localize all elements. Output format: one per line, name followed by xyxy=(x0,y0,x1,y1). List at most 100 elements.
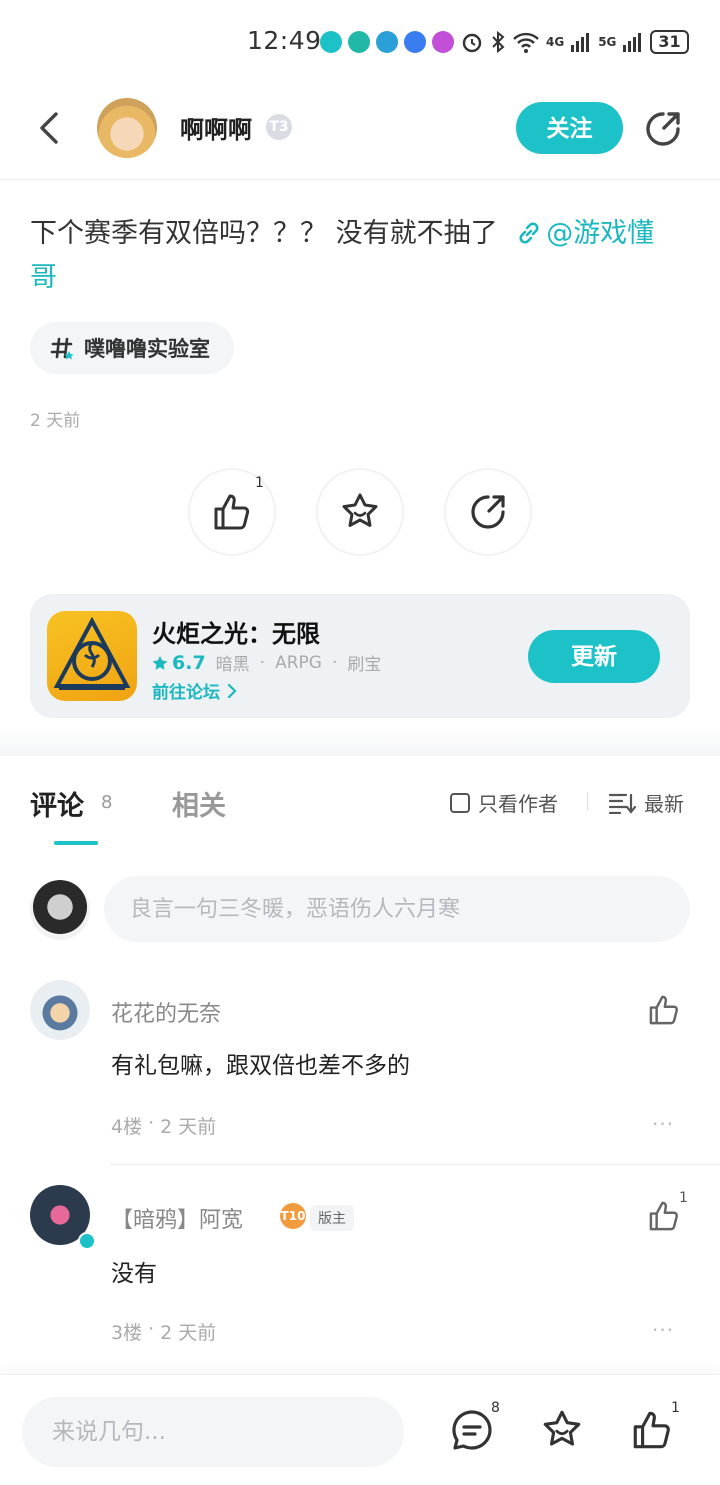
commenter-name[interactable]: 【暗鸦】阿宽 xyxy=(111,1202,243,1234)
chevron-right-icon xyxy=(227,683,237,698)
author-only-toggle[interactable]: 只看作者 xyxy=(450,788,558,817)
thumbs-up-icon xyxy=(649,1201,678,1231)
wifi-icon xyxy=(513,32,539,53)
comment-bubble-icon xyxy=(452,1410,492,1450)
status-bar: 12:49 4G 5G 31 xyxy=(0,0,720,84)
comments-button[interactable] xyxy=(449,1407,495,1453)
tab-related[interactable]: 相关 xyxy=(172,784,226,823)
status-icons: 4G 5G 31 xyxy=(320,30,689,54)
meta-separator: · xyxy=(148,1318,155,1340)
post-header: 啊啊啊 T3 关注 xyxy=(0,84,720,180)
hashtag-icon xyxy=(50,337,74,360)
app-notification-icon xyxy=(376,31,398,53)
sort-button[interactable]: 最新 xyxy=(608,788,684,817)
share-post-button[interactable] xyxy=(444,468,532,556)
level-badge: T3 xyxy=(266,114,292,140)
tag-separator: · xyxy=(259,652,266,673)
thumbs-up-icon xyxy=(649,995,678,1025)
game-tag: ARPG xyxy=(275,652,322,673)
thumbs-up-icon xyxy=(633,1411,670,1449)
game-meta: 6.7 暗黑 · ARPG · 刷宝 xyxy=(152,650,381,675)
sort-label: 最新 xyxy=(644,792,684,816)
comment-floor: 3楼 xyxy=(111,1322,143,1344)
commenter-name[interactable]: 花花的无奈 xyxy=(111,996,221,1028)
section-divider xyxy=(0,726,720,756)
tab-comments[interactable]: 评论 xyxy=(30,784,84,823)
comment-meta: 4楼 · 2 天前 xyxy=(111,1112,216,1139)
battery-icon: 31 xyxy=(650,30,689,54)
comment-input[interactable] xyxy=(104,876,690,942)
tag-separator: · xyxy=(331,652,338,673)
comment-floor: 4楼 xyxy=(111,1116,143,1138)
star-icon xyxy=(543,1410,581,1446)
comment-divider xyxy=(110,1164,720,1165)
comment-text: 没有 xyxy=(111,1261,157,1287)
moderator-tag: 版主 xyxy=(310,1205,354,1231)
favorite-button[interactable] xyxy=(316,468,404,556)
update-button[interactable]: 更新 xyxy=(528,630,660,683)
game-tag: 刷宝 xyxy=(347,655,382,675)
favorite-bottom-button[interactable] xyxy=(539,1407,585,1453)
app-notification-icon xyxy=(348,31,370,53)
active-tab-indicator xyxy=(54,841,98,845)
comment-like-button[interactable] xyxy=(646,992,682,1028)
app-notification-icon xyxy=(320,31,342,53)
network-label-1: 4G xyxy=(546,35,565,49)
post-text: 下个赛季有双倍吗？？？ 没有就不抽了 xyxy=(30,218,498,249)
game-card[interactable]: 火炬之光：无限 6.7 暗黑 · ARPG · 刷宝 前往论坛 更新 xyxy=(30,594,690,718)
follow-button[interactable]: 关注 xyxy=(516,102,623,154)
divider xyxy=(587,792,588,810)
meta-separator: · xyxy=(148,1112,155,1134)
more-button[interactable]: ··· xyxy=(652,1318,674,1342)
game-tag: 暗黑 xyxy=(215,655,250,675)
like-count: 1 xyxy=(255,475,264,491)
comment-time: 2 天前 xyxy=(160,1322,217,1344)
share-icon xyxy=(471,495,505,529)
game-title: 火炬之光：无限 xyxy=(152,620,320,648)
star-filled-icon xyxy=(152,655,168,670)
bluetooth-icon xyxy=(492,30,505,54)
comment-like-button[interactable] xyxy=(646,1198,682,1234)
comment-meta: 3楼 · 2 天前 xyxy=(111,1318,216,1345)
verified-badge-icon xyxy=(78,1232,96,1250)
topic-label: 噗噜噜实验室 xyxy=(84,337,210,361)
app-notification-icon xyxy=(404,31,426,53)
checkbox-icon xyxy=(450,792,470,813)
like-bottom-button[interactable] xyxy=(629,1407,675,1453)
game-rating-value: 6.7 xyxy=(172,651,206,674)
post-time: 2 天前 xyxy=(30,411,81,431)
mention-text: @游戏懂 xyxy=(546,218,655,249)
forum-link[interactable]: 前往论坛 xyxy=(152,678,238,703)
author-only-label: 只看作者 xyxy=(478,792,558,816)
commenter-avatar[interactable] xyxy=(30,980,90,1040)
sort-icon xyxy=(608,793,636,814)
thumbs-up-icon xyxy=(214,494,250,530)
status-time: 12:49 xyxy=(247,26,322,55)
forum-link-label: 前往论坛 xyxy=(152,683,220,703)
more-button[interactable]: ··· xyxy=(652,1112,674,1136)
network-label-2: 5G xyxy=(598,35,617,49)
author-name[interactable]: 啊啊啊 xyxy=(180,110,252,145)
comment-like-count: 1 xyxy=(679,1190,688,1206)
game-icon[interactable] xyxy=(47,611,137,701)
author-avatar[interactable] xyxy=(97,98,157,158)
comment-time: 2 天前 xyxy=(160,1116,217,1138)
mention-text-cont: 哥 xyxy=(30,262,57,293)
app-notification-icon xyxy=(432,31,454,53)
level-badge: T10 xyxy=(280,1203,306,1229)
comment-text: 有礼包嘛，跟双倍也差不多的 xyxy=(111,1053,410,1079)
back-button[interactable] xyxy=(30,108,70,148)
signal-icon xyxy=(623,33,642,52)
share-button[interactable] xyxy=(642,108,684,150)
share-icon xyxy=(646,112,680,146)
comments-count-badge: 8 xyxy=(491,1400,500,1416)
chevron-left-icon xyxy=(40,112,58,144)
post-body: 下个赛季有双倍吗？？？ 没有就不抽了 @游戏懂哥 xyxy=(30,212,690,300)
star-icon xyxy=(342,493,378,527)
topic-chip[interactable]: 噗噜噜实验室 xyxy=(30,322,234,374)
like-count-badge: 1 xyxy=(671,1400,680,1416)
signal-icon xyxy=(571,33,590,52)
link-icon xyxy=(519,222,539,244)
game-logo-icon xyxy=(53,616,131,690)
bottom-comment-input[interactable] xyxy=(22,1397,404,1467)
